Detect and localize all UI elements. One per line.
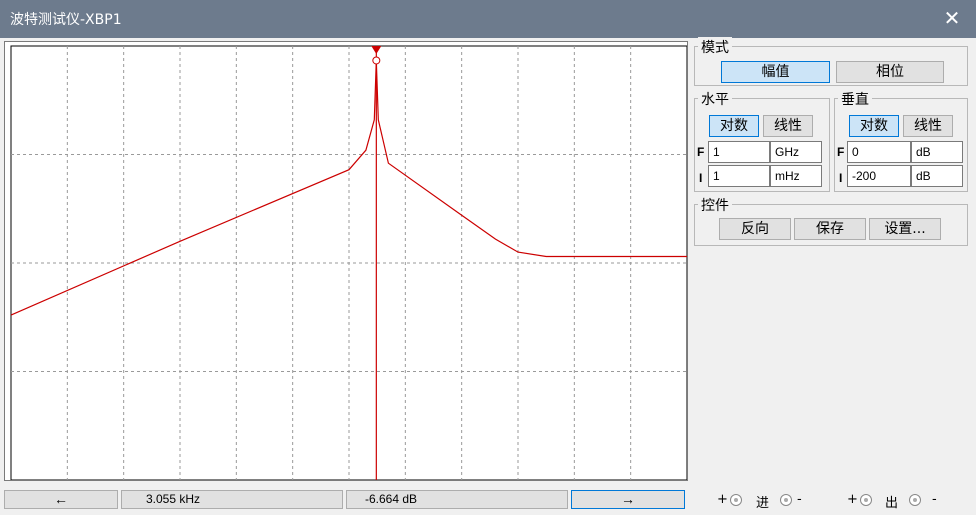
vertical-group-label: 垂直 xyxy=(838,89,872,109)
input-plus-label: + xyxy=(717,492,728,507)
mode-group-label: 模式 xyxy=(698,37,732,57)
output-minus-terminal-icon[interactable] xyxy=(909,494,921,506)
horizontal-lin-button[interactable]: 线性 xyxy=(763,115,813,137)
vertical-final-input[interactable]: 0 xyxy=(847,141,911,163)
horizontal-initial-unit[interactable]: mHz xyxy=(770,165,822,187)
bode-plot-svg xyxy=(10,45,687,480)
horizontal-initial-input[interactable]: 1 xyxy=(708,165,770,187)
horizontal-log-button[interactable]: 对数 xyxy=(709,115,759,137)
vertical-i-label: I xyxy=(839,171,843,185)
save-button[interactable]: 保存 xyxy=(794,218,866,240)
horizontal-final-unit[interactable]: GHz xyxy=(770,141,822,163)
magnitude-button[interactable]: 幅值 xyxy=(721,61,830,83)
phase-button[interactable]: 相位 xyxy=(836,61,944,83)
left-arrow-icon: ← xyxy=(54,491,68,507)
horizontal-final-input[interactable]: 1 xyxy=(708,141,770,163)
window-title: 波特测试仪-XBP1 xyxy=(10,12,122,28)
input-label: 进 xyxy=(756,496,770,511)
controls-group-label: 控件 xyxy=(698,195,732,215)
vertical-initial-input[interactable]: -200 xyxy=(847,165,911,187)
horizontal-group-label: 水平 xyxy=(698,89,732,109)
reverse-button[interactable]: 反向 xyxy=(719,218,791,240)
cursor-point xyxy=(372,56,381,65)
horizontal-i-label: I xyxy=(699,171,703,185)
input-minus-label: - xyxy=(797,492,802,507)
vertical-initial-unit[interactable]: dB xyxy=(911,165,963,187)
horizontal-f-label: F xyxy=(697,145,705,159)
output-plus-terminal-icon[interactable] xyxy=(860,494,872,506)
vertical-f-label: F xyxy=(837,145,845,159)
output-minus-label: - xyxy=(932,492,937,507)
bode-plot-area[interactable] xyxy=(4,41,688,481)
close-icon[interactable]: ✕ xyxy=(940,6,964,30)
cursor-right-button[interactable]: → xyxy=(571,490,685,509)
output-label: 出 xyxy=(885,496,899,511)
input-plus-terminal-icon[interactable] xyxy=(730,494,742,506)
settings-button[interactable]: 设置... xyxy=(869,218,941,240)
input-minus-terminal-icon[interactable] xyxy=(780,494,792,506)
vertical-final-unit[interactable]: dB xyxy=(911,141,963,163)
right-arrow-icon: → xyxy=(621,491,635,507)
title-bar: 波特测试仪-XBP1 ✕ xyxy=(0,0,976,38)
vertical-log-button[interactable]: 对数 xyxy=(849,115,899,137)
output-plus-label: + xyxy=(847,492,858,507)
cursor-left-button[interactable]: ← xyxy=(4,490,118,509)
cursor-marker-icon xyxy=(371,46,382,54)
frequency-readout: 3.055 kHz xyxy=(121,490,343,509)
gain-readout: -6.664 dB xyxy=(346,490,568,509)
vertical-lin-button[interactable]: 线性 xyxy=(903,115,953,137)
